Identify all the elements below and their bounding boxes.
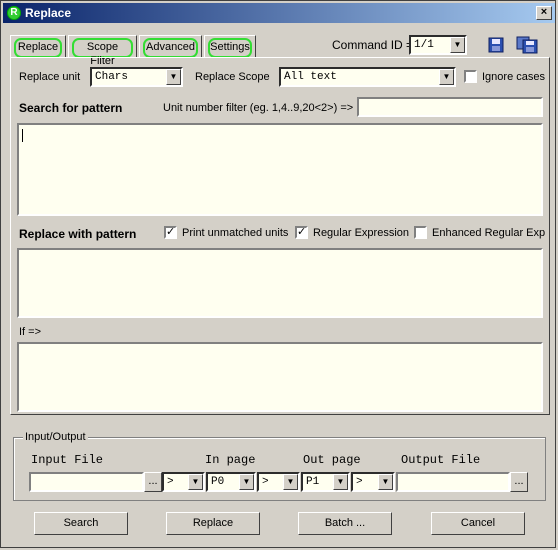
- cancel-button[interactable]: Cancel: [431, 512, 525, 535]
- ignore-cases-checkbox[interactable]: [464, 70, 477, 83]
- tab-settings-label: Settings: [208, 38, 252, 58]
- tab-advanced-label: Advanced: [143, 38, 198, 58]
- replace-pattern-heading: Replace with pattern: [19, 227, 137, 241]
- checkmark-icon: ✓: [166, 226, 176, 238]
- regular-expression-checkbox[interactable]: ✓: [295, 226, 308, 239]
- enhanced-regexp-checkbox[interactable]: [414, 226, 427, 239]
- app-icon: R: [7, 6, 21, 20]
- input-direction-value: >: [167, 476, 174, 488]
- replace-scope-label: Replace Scope: [195, 71, 270, 83]
- chevron-down-icon[interactable]: ▼: [450, 37, 465, 53]
- tab-replace[interactable]: Replace: [10, 35, 66, 58]
- input-file-label: Input File: [31, 453, 104, 467]
- output-file-field[interactable]: [396, 472, 510, 492]
- chevron-down-icon[interactable]: ▼: [239, 474, 254, 490]
- replace-unit-select[interactable]: Chars ▼: [90, 67, 183, 87]
- page-direction-select[interactable]: > ▼: [257, 472, 300, 492]
- ignore-cases-label: Ignore cases: [482, 71, 545, 83]
- page-direction-value: >: [262, 476, 269, 488]
- input-direction-select[interactable]: > ▼: [162, 472, 205, 492]
- replace-window: R Replace × Replace Scope Filter Advance…: [0, 0, 556, 548]
- out-page-label: Out page: [303, 453, 361, 467]
- replace-unit-value: Chars: [95, 71, 129, 83]
- tab-scope-filter-label: Scope Filter: [72, 38, 133, 67]
- output-file-browse-button[interactable]: ...: [510, 472, 528, 492]
- chevron-down-icon[interactable]: ▼: [166, 69, 181, 85]
- input-output-title: Input/Output: [23, 431, 88, 443]
- enhanced-regexp-label: Enhanced Regular Exp: [432, 227, 546, 239]
- batch-button[interactable]: Batch ...: [298, 512, 392, 535]
- in-page-value: P0: [211, 476, 225, 488]
- out-page-select[interactable]: P1 ▼: [301, 472, 350, 492]
- tab-replace-label: Replace: [14, 38, 62, 58]
- save-icon[interactable]: [487, 36, 507, 54]
- chevron-down-icon[interactable]: ▼: [188, 474, 203, 490]
- in-page-select[interactable]: P0 ▼: [206, 472, 256, 492]
- command-id-label: Command ID =>: [332, 38, 421, 52]
- print-unmatched-checkbox[interactable]: ✓: [164, 226, 177, 239]
- window-title: Replace: [25, 6, 72, 20]
- checkmark-icon: ✓: [297, 226, 307, 238]
- chevron-down-icon[interactable]: ▼: [378, 474, 393, 490]
- close-button[interactable]: ×: [536, 6, 552, 20]
- tab-advanced[interactable]: Advanced: [139, 35, 202, 58]
- chevron-down-icon[interactable]: ▼: [333, 474, 348, 490]
- in-page-label: In page: [205, 453, 256, 467]
- command-id-value: 1/1: [414, 39, 434, 51]
- replace-unit-label: Replace unit: [19, 71, 81, 83]
- regular-expression-label: Regular Expression: [313, 227, 409, 239]
- unit-filter-label: Unit number filter (eg. 1,4..9,20<2>) =>: [163, 102, 354, 114]
- if-label: If =>: [19, 326, 42, 338]
- save-all-icon[interactable]: [516, 36, 540, 54]
- title-bar[interactable]: R Replace ×: [3, 3, 555, 23]
- if-condition-textarea[interactable]: [17, 342, 543, 412]
- out-page-value: P1: [306, 476, 320, 488]
- output-direction-value: >: [356, 476, 363, 488]
- output-direction-select[interactable]: > ▼: [351, 472, 395, 492]
- search-pattern-textarea[interactable]: [17, 123, 543, 216]
- chevron-down-icon[interactable]: ▼: [439, 69, 454, 85]
- input-file-browse-button[interactable]: ...: [144, 472, 162, 492]
- command-id-select[interactable]: 1/1 ▼: [409, 35, 467, 55]
- unit-filter-input[interactable]: [357, 97, 543, 117]
- search-pattern-heading: Search for pattern: [19, 101, 123, 115]
- text-cursor: [22, 129, 23, 142]
- tab-scope-filter[interactable]: Scope Filter: [68, 35, 137, 67]
- replace-pattern-textarea[interactable]: [17, 248, 543, 318]
- output-file-label: Output File: [401, 453, 481, 467]
- search-button[interactable]: Search: [34, 512, 128, 535]
- replace-scope-select[interactable]: All text ▼: [279, 67, 456, 87]
- tab-settings[interactable]: Settings: [204, 35, 256, 58]
- input-file-field[interactable]: [29, 472, 144, 492]
- replace-scope-value: All text: [284, 71, 337, 83]
- chevron-down-icon[interactable]: ▼: [283, 474, 298, 490]
- print-unmatched-label: Print unmatched units: [182, 227, 289, 239]
- replace-button[interactable]: Replace: [166, 512, 260, 535]
